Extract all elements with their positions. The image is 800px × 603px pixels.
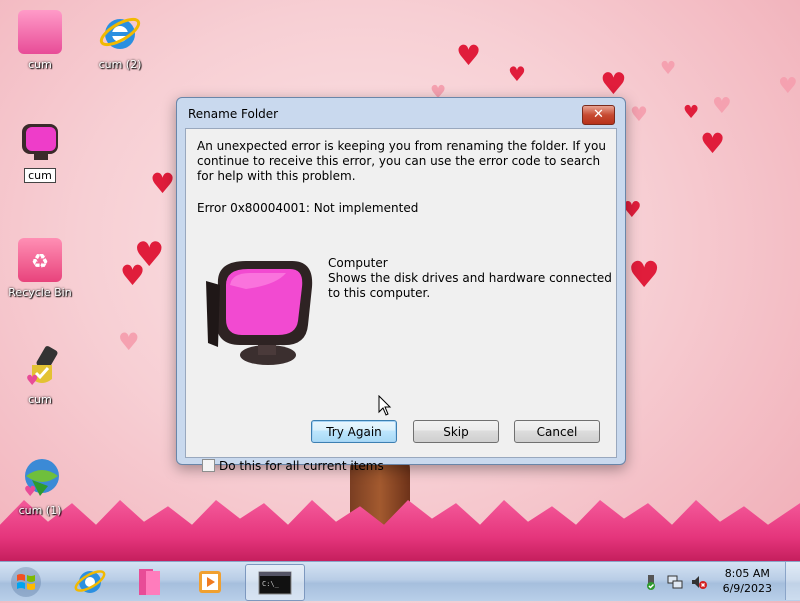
svg-text:C:\_: C:\_ [262, 580, 280, 588]
do-for-all-checkbox[interactable] [202, 459, 215, 472]
svg-text:♻: ♻ [31, 249, 49, 273]
heart-icon: ♥ [712, 94, 732, 119]
safely-remove-hardware-icon[interactable] [643, 574, 659, 590]
volume-muted-icon[interactable] [691, 574, 707, 590]
desktop-icon-label: Recycle Bin [8, 286, 72, 299]
pink-folder-icon [18, 10, 62, 54]
rename-folder-dialog: Rename Folder ✕ An unexpected error is k… [176, 97, 626, 473]
cancel-button[interactable]: Cancel [514, 420, 600, 443]
do-for-all-checkbox-row[interactable]: Do this for all current items [202, 459, 384, 473]
dialog-body: An unexpected error is keeping you from … [185, 128, 617, 473]
desktop-icon-label: cum (1) [18, 504, 62, 517]
error-message: An unexpected error is keeping you from … [197, 139, 606, 183]
desktop-icon-recycle-bin[interactable]: ♻ Recycle Bin [0, 238, 80, 299]
pink-grass [0, 500, 800, 562]
item-name: Computer [328, 256, 388, 270]
recycle-bin-icon: ♻ [18, 238, 62, 282]
taskbar: C:\_ 8:05 AM 6/9/2023 [0, 561, 800, 601]
heart-icon: ♥ [700, 127, 726, 160]
dialog-title: Rename Folder [188, 107, 279, 121]
heart-icon: ♥ [660, 58, 677, 79]
dialog-titlebar[interactable]: Rename Folder ✕ [177, 98, 625, 128]
computer-monitor-icon [206, 255, 316, 370]
desktop-icon-cum-folder[interactable]: cum [0, 10, 80, 71]
network-icon[interactable] [667, 574, 683, 590]
heart-icon: ♥ [628, 255, 661, 296]
heart-icon: ♥ [120, 259, 146, 292]
desktop-icon-label: cum [28, 393, 52, 406]
system-clock[interactable]: 8:05 AM 6/9/2023 [723, 566, 772, 596]
desktop-icon-usb-drive[interactable]: ♥ cum [0, 345, 80, 406]
heart-icon: ♥ [600, 67, 627, 102]
clock-date: 6/9/2023 [722, 582, 772, 595]
usb-drive-icon: ♥ [18, 345, 62, 389]
show-desktop-button[interactable] [785, 562, 800, 600]
desktop-icon-label: cum [28, 58, 52, 71]
clock-time: 8:05 AM [724, 567, 770, 580]
heart-icon: ♥ [630, 102, 648, 126]
heart-icon: ♥ [508, 62, 526, 86]
skip-button[interactable]: Skip [413, 420, 499, 443]
desktop-icon-internet-explorer[interactable]: cum (2) [80, 10, 160, 71]
item-description: Shows the disk drives and hardware conne… [328, 271, 612, 300]
close-button[interactable]: ✕ [582, 105, 615, 125]
mouse-cursor-icon [378, 394, 392, 417]
error-code: Error 0x80004001: Not implemented [197, 201, 419, 215]
svg-text:♥: ♥ [24, 484, 37, 500]
start-button[interactable] [10, 566, 42, 598]
heart-icon: ♥ [778, 74, 798, 99]
desktop-icon-label: cum [24, 168, 56, 183]
taskbar-command-prompt[interactable]: C:\_ [245, 564, 305, 601]
desktop-icon-download-manager[interactable]: ♥ cum (1) [0, 456, 80, 517]
try-again-button[interactable]: Try Again [311, 420, 397, 443]
desktop-icon-label: cum (2) [98, 58, 142, 71]
svg-text:♥: ♥ [26, 373, 39, 389]
internet-explorer-icon [98, 10, 142, 54]
taskbar-pink-folder[interactable] [124, 564, 176, 599]
taskbar-internet-explorer[interactable] [64, 564, 116, 599]
heart-icon: ♥ [118, 328, 140, 356]
computer-monitor-icon [18, 120, 62, 164]
desktop-icon-computer[interactable]: cum [0, 120, 80, 183]
do-for-all-label: Do this for all current items [219, 459, 384, 473]
heart-icon: ♥ [683, 102, 700, 123]
heart-icon: ♥ [456, 39, 482, 72]
taskbar-media-player[interactable] [184, 564, 236, 599]
download-manager-icon: ♥ [18, 456, 62, 500]
heart-icon: ♥ [150, 167, 176, 200]
